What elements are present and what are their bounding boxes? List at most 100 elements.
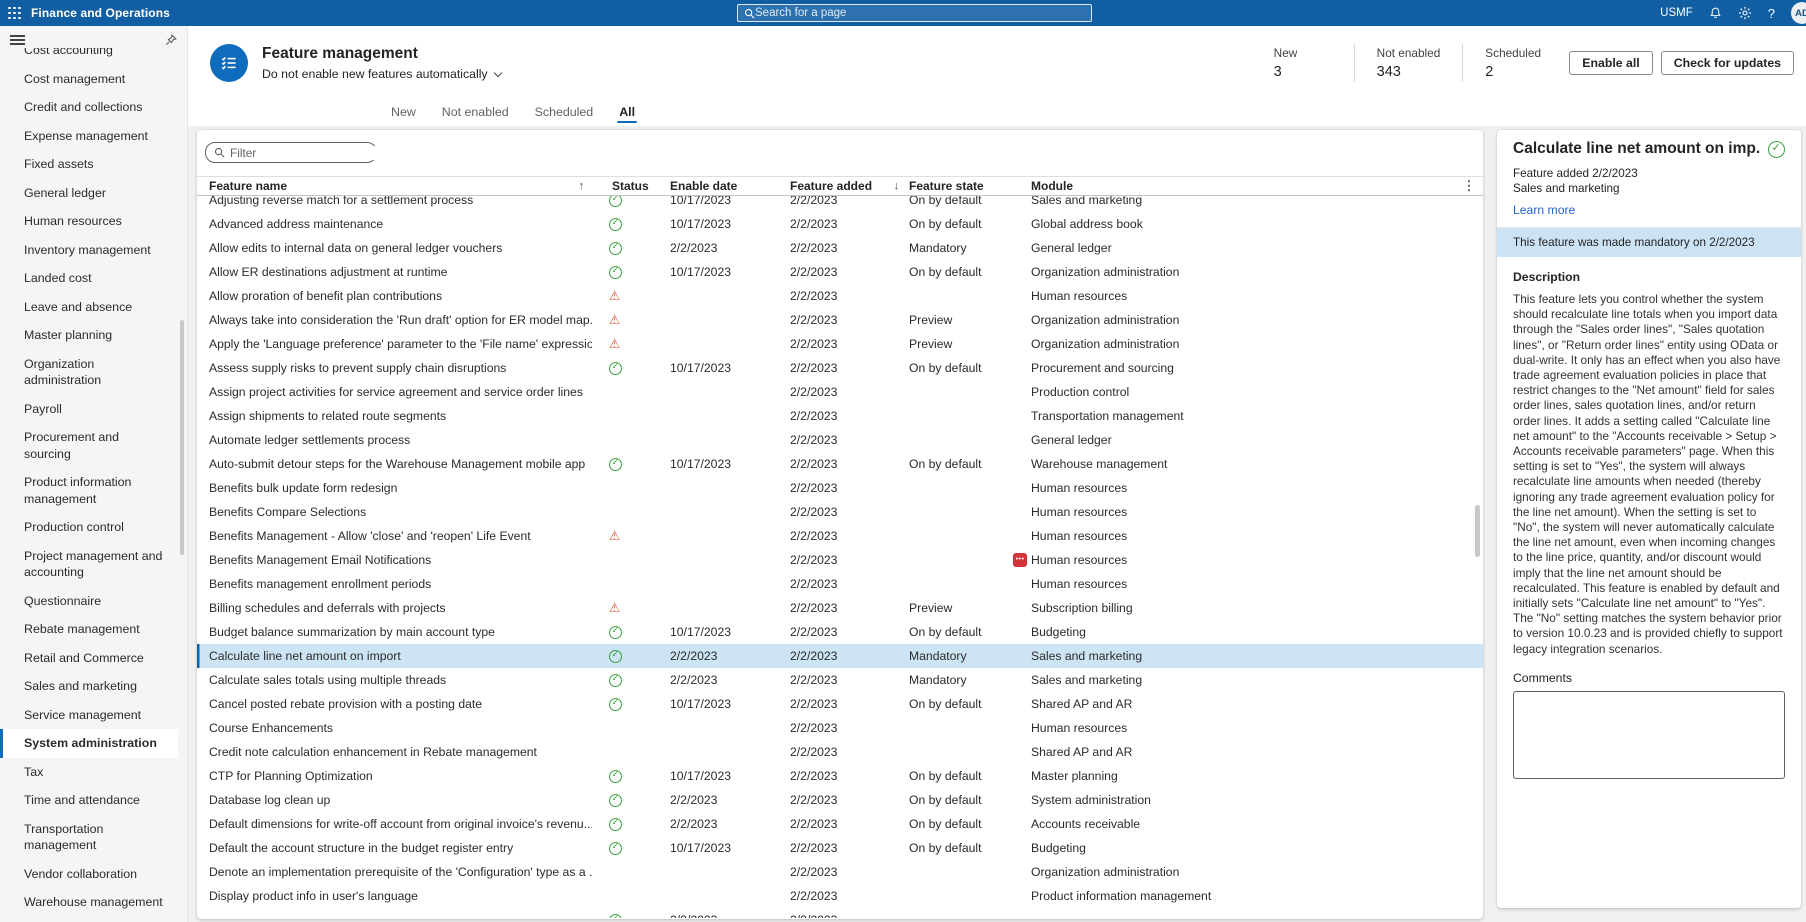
feature-added-cell: 2/2/2023 bbox=[790, 212, 909, 236]
sidebar-item-cost-management[interactable]: Cost management bbox=[0, 65, 178, 94]
table-row[interactable]: Credit note calculation enhancement in R… bbox=[197, 740, 1483, 764]
enabled-status-icon bbox=[609, 914, 622, 919]
sidebar-item-product-information-management[interactable]: Product information management bbox=[0, 468, 178, 513]
table-row[interactable]: Allow edits to internal data on general … bbox=[197, 236, 1483, 260]
stat-value: 3 bbox=[1274, 64, 1332, 80]
col-module[interactable]: Module bbox=[1031, 177, 1455, 195]
sidebar-scrollbar-thumb[interactable] bbox=[180, 320, 184, 555]
sidebar-item-rebate-management[interactable]: Rebate management bbox=[0, 615, 178, 644]
table-row[interactable]: Default the account structure in the bud… bbox=[197, 836, 1483, 860]
table-row[interactable]: Budget balance summarization by main acc… bbox=[197, 620, 1483, 644]
table-row[interactable]: Assess supply risks to prevent supply ch… bbox=[197, 356, 1483, 380]
settings-gear-icon[interactable] bbox=[1738, 6, 1752, 20]
sidebar-item-system-administration[interactable]: System administration bbox=[0, 729, 178, 758]
col-enable-date[interactable]: Enable date bbox=[670, 177, 790, 195]
learn-more-link[interactable]: Learn more bbox=[1513, 203, 1785, 217]
user-avatar[interactable]: AD bbox=[1791, 2, 1806, 24]
help-icon[interactable]: ? bbox=[1768, 6, 1775, 21]
table-row[interactable]: Display product info in user's language2… bbox=[197, 884, 1483, 908]
sidebar-item-general-ledger[interactable]: General ledger bbox=[0, 179, 178, 208]
check-for-updates-button[interactable]: Check for updates bbox=[1661, 51, 1794, 75]
default-enable-dropdown[interactable]: Do not enable new features automatically bbox=[262, 67, 501, 81]
tab-not-enabled[interactable]: Not enabled bbox=[442, 105, 509, 126]
sidebar-item-master-planning[interactable]: Master planning bbox=[0, 321, 178, 350]
sidebar-item-production-control[interactable]: Production control bbox=[0, 513, 178, 542]
sidebar-item-service-management[interactable]: Service management bbox=[0, 701, 178, 730]
feature-added-cell: 2/2/2023 bbox=[790, 716, 909, 740]
sidebar-item-sales-and-marketing[interactable]: Sales and marketing bbox=[0, 672, 178, 701]
col-feature-name[interactable]: Feature name ↑ bbox=[197, 177, 592, 195]
sidebar-item-organization-administration[interactable]: Organization administration bbox=[0, 350, 178, 395]
sidebar-item-questionnaire[interactable]: Questionnaire bbox=[0, 587, 178, 616]
table-row[interactable]: Assign project activities for service ag… bbox=[197, 380, 1483, 404]
table-row[interactable]: Calculate line net amount on import2/2/2… bbox=[197, 644, 1483, 668]
table-row[interactable]: Assign shipments to related route segmen… bbox=[197, 404, 1483, 428]
table-row[interactable]: Default dimensions for write-off account… bbox=[197, 812, 1483, 836]
table-row[interactable]: Course Enhancements2/2/2023Human resourc… bbox=[197, 716, 1483, 740]
hamburger-menu-icon[interactable] bbox=[10, 32, 25, 47]
table-row[interactable]: Billing schedules and deferrals with pro… bbox=[197, 596, 1483, 620]
col-feature-state[interactable]: Feature state bbox=[909, 177, 1031, 195]
company-picker[interactable]: USMF bbox=[1660, 7, 1693, 19]
feature-added-cell: 2/2/2023 bbox=[790, 260, 909, 284]
sidebar-item-fixed-assets[interactable]: Fixed assets bbox=[0, 150, 178, 179]
tab-all[interactable]: All bbox=[619, 105, 635, 126]
feature-name-cell bbox=[197, 908, 592, 918]
col-status[interactable]: Status bbox=[592, 177, 670, 195]
sidebar-item-time-and-attendance[interactable]: Time and attendance bbox=[0, 786, 178, 815]
comments-textarea[interactable] bbox=[1513, 691, 1785, 779]
sidebar-item-procurement-and-sourcing[interactable]: Procurement and sourcing bbox=[0, 423, 178, 468]
table-row[interactable]: Benefits bulk update form redesign2/2/20… bbox=[197, 476, 1483, 500]
waffle-menu-icon[interactable] bbox=[8, 7, 21, 20]
sidebar-item-warehouse-management[interactable]: Warehouse management bbox=[0, 888, 178, 917]
table-row[interactable]: Advanced address maintenance10/17/20232/… bbox=[197, 212, 1483, 236]
column-options-icon[interactable]: ⋮ bbox=[1455, 178, 1483, 194]
table-row[interactable]: Denote an implementation prerequisite of… bbox=[197, 860, 1483, 884]
module-cell: Organization administration bbox=[1031, 260, 1455, 284]
row-end-cell bbox=[1455, 740, 1483, 764]
table-row[interactable]: Always take into consideration the 'Run … bbox=[197, 308, 1483, 332]
notifications-bell-icon[interactable] bbox=[1709, 6, 1722, 20]
sidebar-item-leave-and-absence[interactable]: Leave and absence bbox=[0, 293, 178, 322]
sidebar-item-cost-accounting[interactable]: Cost accounting bbox=[0, 48, 178, 65]
sidebar-item-human-resources[interactable]: Human resources bbox=[0, 207, 178, 236]
sidebar-item-inventory-management[interactable]: Inventory management bbox=[0, 236, 178, 265]
sidebar-item-credit-and-collections[interactable]: Credit and collections bbox=[0, 93, 178, 122]
global-search[interactable] bbox=[737, 4, 1092, 22]
table-row[interactable]: Benefits Management - Allow 'close' and … bbox=[197, 524, 1483, 548]
feature-state-cell: On by default bbox=[909, 260, 1031, 284]
enable-all-button[interactable]: Enable all bbox=[1569, 51, 1652, 75]
sidebar-item-tax[interactable]: Tax bbox=[0, 758, 178, 787]
warning-status-icon: ⚠ bbox=[609, 530, 620, 543]
sidebar-item-transportation-management[interactable]: Transportation management bbox=[0, 815, 178, 860]
col-feature-added[interactable]: Feature added ↓ bbox=[790, 177, 909, 195]
table-row[interactable]: Automate ledger settlements process2/2/2… bbox=[197, 428, 1483, 452]
table-row[interactable]: Auto-submit detour steps for the Warehou… bbox=[197, 452, 1483, 476]
table-row[interactable]: Benefits Management Email Notifications2… bbox=[197, 548, 1483, 572]
table-row[interactable]: Apply the 'Language preference' paramete… bbox=[197, 332, 1483, 356]
table-row[interactable]: Benefits Compare Selections2/2/2023Human… bbox=[197, 500, 1483, 524]
app-title: Finance and Operations bbox=[31, 6, 170, 20]
sidebar-item-payroll[interactable]: Payroll bbox=[0, 395, 178, 424]
sidebar-item-expense-management[interactable]: Expense management bbox=[0, 122, 178, 151]
pin-pane-icon[interactable] bbox=[165, 34, 177, 46]
table-row[interactable]: Calculate sales totals using multiple th… bbox=[197, 668, 1483, 692]
sidebar-item-landed-cost[interactable]: Landed cost bbox=[0, 264, 178, 293]
global-search-input[interactable] bbox=[755, 7, 1085, 19]
table-row[interactable]: Database log clean up2/2/20232/2/2023On … bbox=[197, 788, 1483, 812]
table-row[interactable]: Adjusting reverse match for a settlement… bbox=[197, 196, 1483, 212]
table-row[interactable]: CTP for Planning Optimization10/17/20232… bbox=[197, 764, 1483, 788]
table-row[interactable]: 2/2/20232/2/2023 bbox=[197, 908, 1483, 918]
table-row[interactable]: Cancel posted rebate provision with a po… bbox=[197, 692, 1483, 716]
table-row[interactable]: Allow ER destinations adjustment at runt… bbox=[197, 260, 1483, 284]
sidebar-item-vendor-collaboration[interactable]: Vendor collaboration bbox=[0, 860, 178, 889]
sidebar-item-project-management-and-accounting[interactable]: Project management and accounting bbox=[0, 542, 178, 587]
filter-input[interactable] bbox=[230, 146, 385, 160]
table-row[interactable]: Benefits management enrollment periods2/… bbox=[197, 572, 1483, 596]
tab-scheduled[interactable]: Scheduled bbox=[535, 105, 594, 126]
table-scrollbar-thumb[interactable] bbox=[1475, 505, 1480, 557]
table-row[interactable]: Allow proration of benefit plan contribu… bbox=[197, 284, 1483, 308]
tab-new[interactable]: New bbox=[391, 105, 416, 126]
filter-box[interactable] bbox=[205, 142, 377, 163]
sidebar-item-retail-and-commerce[interactable]: Retail and Commerce bbox=[0, 644, 178, 673]
